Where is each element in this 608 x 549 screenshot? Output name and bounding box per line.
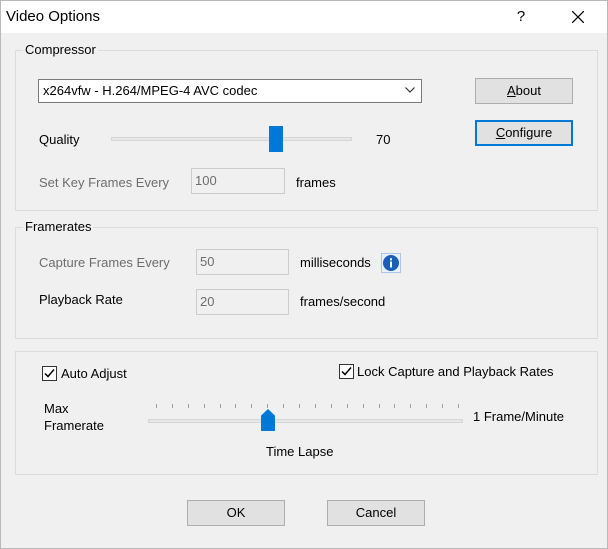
max-framerate-label-line2: Framerate	[44, 418, 104, 433]
info-icon	[383, 255, 399, 271]
auto-adjust-label[interactable]: Auto Adjust	[61, 366, 127, 381]
video-options-dialog: Video Options ? Compressor x264vfw - H.2…	[0, 0, 608, 549]
compressor-group-label: Compressor	[23, 42, 98, 57]
lock-rates-label[interactable]: Lock Capture and Playback Rates	[357, 364, 554, 379]
window-title: Video Options	[6, 8, 100, 25]
capture-label: Capture Frames Every	[39, 255, 170, 270]
max-framerate-label-line1: Max	[44, 401, 69, 416]
codec-select[interactable]: x264vfw - H.264/MPEG-4 AVC codec	[38, 79, 422, 103]
quality-value: 70	[376, 132, 391, 147]
slider-tick	[283, 404, 285, 408]
cancel-button[interactable]: Cancel	[327, 500, 425, 526]
quality-slider-thumb[interactable]	[269, 126, 283, 152]
slider-tick	[299, 404, 301, 408]
configure-button[interactable]: Configure	[475, 120, 573, 146]
framerates-group	[15, 227, 598, 339]
close-button[interactable]	[561, 1, 595, 33]
about-button[interactable]: About	[475, 78, 573, 104]
capture-unit: milliseconds	[300, 255, 371, 270]
quality-slider-track[interactable]	[111, 137, 352, 141]
keyframes-field[interactable]: 100	[191, 168, 285, 194]
slider-tick	[394, 404, 396, 408]
info-button[interactable]	[381, 253, 401, 273]
slider-tick	[442, 404, 444, 408]
configure-button-label: Configure	[495, 125, 553, 140]
slider-tick	[362, 404, 364, 408]
keyframes-label: Set Key Frames Every	[39, 175, 170, 190]
quality-label: Quality	[39, 132, 80, 147]
codec-select-value: x264vfw - H.264/MPEG-4 AVC codec	[43, 83, 258, 98]
checkmark-icon	[341, 367, 352, 376]
timelapse-slider-track[interactable]	[148, 419, 463, 423]
framerates-group-label: Framerates	[23, 219, 94, 234]
playback-label: Playback Rate	[39, 292, 123, 307]
slider-tick	[156, 404, 157, 408]
chevron-down-icon	[405, 87, 415, 93]
slider-tick	[346, 404, 348, 408]
checkmark-icon	[44, 369, 55, 378]
slider-tick	[426, 404, 428, 408]
slider-tick	[267, 404, 269, 408]
slider-tick	[203, 404, 205, 408]
min-framerate-label: 1 Frame/Minute	[473, 409, 565, 424]
capture-field[interactable]: 50	[196, 249, 289, 275]
slider-tick	[314, 404, 316, 408]
slider-tick	[378, 404, 380, 408]
about-button-label: About	[507, 83, 541, 98]
ok-button-label: OK	[226, 505, 246, 520]
playback-unit: frames/second	[300, 294, 386, 309]
close-icon	[572, 11, 584, 23]
auto-adjust-checkbox[interactable]	[42, 366, 57, 381]
lock-rates-checkbox[interactable]	[339, 364, 354, 379]
slider-tick	[251, 404, 253, 408]
title-bar: Video Options ?	[1, 1, 607, 33]
ok-button[interactable]: OK	[187, 500, 285, 526]
cancel-button-label: Cancel	[355, 505, 397, 520]
help-button[interactable]: ?	[504, 1, 538, 33]
slider-tick	[219, 404, 221, 408]
slider-tick	[410, 404, 412, 408]
slider-tick	[187, 404, 189, 408]
slider-tick	[330, 404, 332, 408]
playback-field[interactable]: 20	[196, 289, 289, 315]
keyframes-unit: frames	[296, 175, 336, 190]
slider-tick	[171, 404, 173, 408]
timelapse-caption: Time Lapse	[266, 444, 334, 459]
slider-tick	[235, 404, 237, 408]
slider-tick	[458, 404, 459, 408]
